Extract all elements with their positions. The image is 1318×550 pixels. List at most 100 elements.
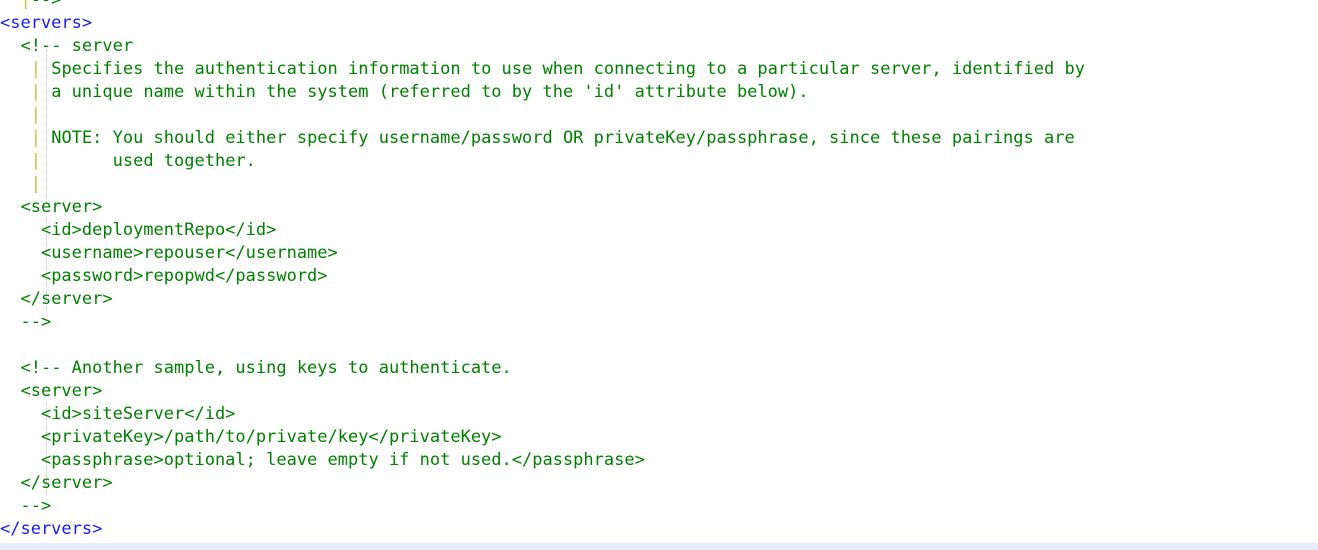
code-line-text: <server> bbox=[0, 381, 102, 401]
code-line-text: | bbox=[0, 174, 41, 194]
code-token-comment: <id>deploymentRepo</id> bbox=[40, 220, 277, 240]
code-line-text: </server> bbox=[0, 289, 113, 309]
code-token-comment: --> bbox=[20, 496, 52, 516]
code-line-text: | NOTE: You should either specify userna… bbox=[0, 128, 1075, 148]
code-token-comment: <privateKey>/path/to/private/key</privat… bbox=[40, 427, 502, 447]
code-token-pipe: | bbox=[30, 151, 41, 171]
code-token-comment: used together. bbox=[40, 151, 256, 171]
code-line-text: <servers> bbox=[0, 13, 92, 33]
code-line[interactable]: <passphrase>optional; leave empty if not… bbox=[0, 449, 1318, 472]
code-line-text: </servers> bbox=[0, 519, 102, 539]
code-token-comment: <password>repopwd</password> bbox=[40, 266, 328, 286]
code-token-comment: </server> bbox=[20, 473, 113, 493]
code-line[interactable]: | bbox=[0, 173, 1318, 196]
code-line[interactable]: | Specifies the authentication informati… bbox=[0, 58, 1318, 81]
code-line[interactable]: </server> bbox=[0, 472, 1318, 495]
code-token-comment: <!-- server bbox=[20, 36, 134, 56]
code-token-pipe: | bbox=[30, 174, 41, 194]
code-editor[interactable]: |--> <servers> <!-- server | Specifies th… bbox=[0, 0, 1318, 550]
code-line-text: <!-- Another sample, using keys to authe… bbox=[0, 358, 512, 378]
code-line[interactable]: <server> bbox=[0, 380, 1318, 403]
code-line[interactable]: <password>repopwd</password> bbox=[0, 265, 1318, 288]
code-line[interactable]: </servers> bbox=[0, 518, 1318, 541]
code-line[interactable]: <id>siteServer</id> bbox=[0, 403, 1318, 426]
code-token-tag: </servers> bbox=[0, 519, 103, 539]
code-line-text: --> bbox=[0, 496, 51, 516]
code-token-comment: --> bbox=[30, 0, 62, 10]
code-token-comment: NOTE: You should either specify username… bbox=[40, 128, 1075, 148]
code-line[interactable]: | used together. bbox=[0, 150, 1318, 173]
code-token-comment: a unique name within the system (referre… bbox=[40, 82, 809, 102]
code-line-text: <privateKey>/path/to/private/key</privat… bbox=[0, 427, 502, 447]
code-line-text: <username>repouser</username> bbox=[0, 243, 338, 263]
code-token-comment: Specifies the authentication information… bbox=[40, 59, 1085, 79]
code-token-comment: <passphrase>optional; leave empty if not… bbox=[40, 450, 645, 470]
code-line-text: <server> bbox=[0, 197, 102, 217]
code-line-text: | Specifies the authentication informati… bbox=[0, 59, 1085, 79]
code-token-pipe: | bbox=[30, 105, 41, 125]
code-token-comment: </server> bbox=[20, 289, 113, 309]
code-line-text: <!-- server bbox=[0, 36, 133, 56]
code-line[interactable]: |--> bbox=[0, 0, 1318, 12]
code-line[interactable]: --> bbox=[0, 495, 1318, 518]
code-line[interactable]: <!-- server bbox=[0, 35, 1318, 58]
code-token-comment: --> bbox=[20, 312, 52, 332]
code-line-text: </server> bbox=[0, 473, 113, 493]
code-token-pipe: | bbox=[30, 59, 41, 79]
code-token-pipe: | bbox=[30, 82, 41, 102]
code-line[interactable]: --> bbox=[0, 311, 1318, 334]
code-line[interactable]: | a unique name within the system (refer… bbox=[0, 81, 1318, 104]
code-token-pipe: | bbox=[20, 0, 31, 10]
code-line-text: <id>siteServer</id> bbox=[0, 404, 235, 424]
code-token-tag: <servers> bbox=[0, 13, 93, 33]
code-line[interactable]: <privateKey>/path/to/private/key</privat… bbox=[0, 426, 1318, 449]
code-token-comment: <server> bbox=[20, 381, 103, 401]
code-line-text: | a unique name within the system (refer… bbox=[0, 82, 809, 102]
code-token-comment: <!-- Another sample, using keys to authe… bbox=[20, 358, 512, 378]
code-line-text: | used together. bbox=[0, 151, 256, 171]
code-line[interactable]: <!-- Another sample, using keys to authe… bbox=[0, 357, 1318, 380]
code-line[interactable]: </server> bbox=[0, 288, 1318, 311]
code-line[interactable]: <username>repouser</username> bbox=[0, 242, 1318, 265]
code-line[interactable]: <servers> bbox=[0, 12, 1318, 35]
code-line-text: | bbox=[0, 105, 41, 125]
code-token-pipe: | bbox=[30, 128, 41, 148]
code-line[interactable]: | NOTE: You should either specify userna… bbox=[0, 127, 1318, 150]
code-token-comment: <server> bbox=[20, 197, 103, 217]
code-line-text: <id>deploymentRepo</id> bbox=[0, 220, 276, 240]
code-line[interactable] bbox=[0, 334, 1318, 357]
code-line[interactable]: <id>deploymentRepo</id> bbox=[0, 219, 1318, 242]
code-line-text: <passphrase>optional; leave empty if not… bbox=[0, 450, 645, 470]
editor-bottom-band bbox=[0, 543, 1318, 550]
code-token-comment: <username>repouser</username> bbox=[40, 243, 338, 263]
code-line[interactable]: | bbox=[0, 104, 1318, 127]
code-line-text: --> bbox=[0, 312, 51, 332]
code-line[interactable]: <server> bbox=[0, 196, 1318, 219]
code-token-comment: <id>siteServer</id> bbox=[40, 404, 236, 424]
code-line-text: <password>repopwd</password> bbox=[0, 266, 328, 286]
code-line-text: |--> bbox=[0, 0, 61, 10]
code-content[interactable]: |--> <servers> <!-- server | Specifies th… bbox=[0, 0, 1318, 541]
